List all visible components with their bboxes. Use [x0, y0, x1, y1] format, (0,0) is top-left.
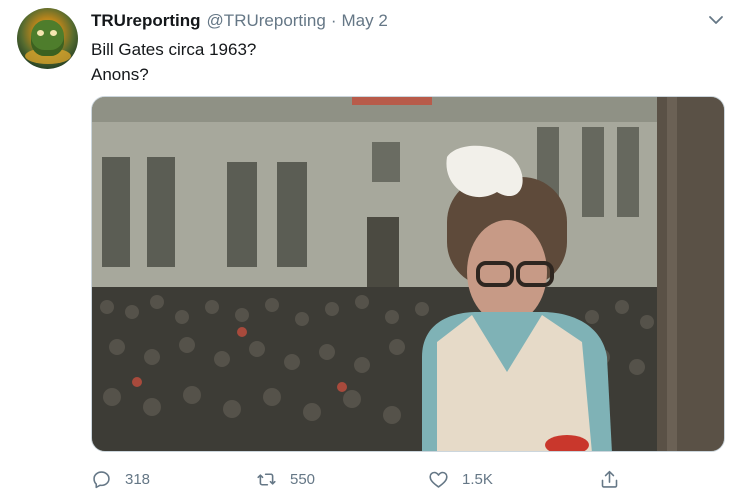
retweet-button[interactable]: 550	[256, 466, 315, 492]
like-icon	[429, 471, 448, 488]
tweet-photo[interactable]	[91, 96, 725, 452]
avatar-eye-left	[37, 30, 44, 36]
avatar-eye-right	[50, 30, 57, 36]
reply-count: 318	[125, 470, 151, 488]
chevron-down-icon[interactable]	[707, 13, 725, 27]
like-button[interactable]: 1.5K	[428, 466, 493, 492]
author-name[interactable]: TRUreporting	[91, 11, 201, 31]
avatar[interactable]	[17, 8, 78, 69]
photo-illustration	[92, 97, 724, 451]
tweet-header: TRUreporting @TRUreporting · May 2	[91, 10, 388, 32]
share-icon	[601, 470, 618, 488]
tweet-date[interactable]: May 2	[342, 11, 388, 31]
retweet-icon	[257, 472, 276, 486]
author-handle[interactable]: @TRUreporting	[207, 11, 326, 31]
tweet-text: Bill Gates circa 1963? Anons?	[91, 37, 256, 87]
like-count: 1.5K	[462, 470, 493, 488]
tweet-actions: 318 550 1.5K	[91, 466, 725, 492]
separator-dot: ·	[330, 11, 337, 30]
tweet-text-line: Anons?	[91, 65, 149, 84]
reply-button[interactable]: 318	[91, 466, 150, 492]
reply-icon	[93, 470, 110, 488]
tweet-text-line: Bill Gates circa 1963?	[91, 40, 257, 59]
share-button[interactable]	[599, 466, 620, 492]
avatar-frog	[31, 20, 64, 56]
retweet-count: 550	[290, 470, 316, 488]
